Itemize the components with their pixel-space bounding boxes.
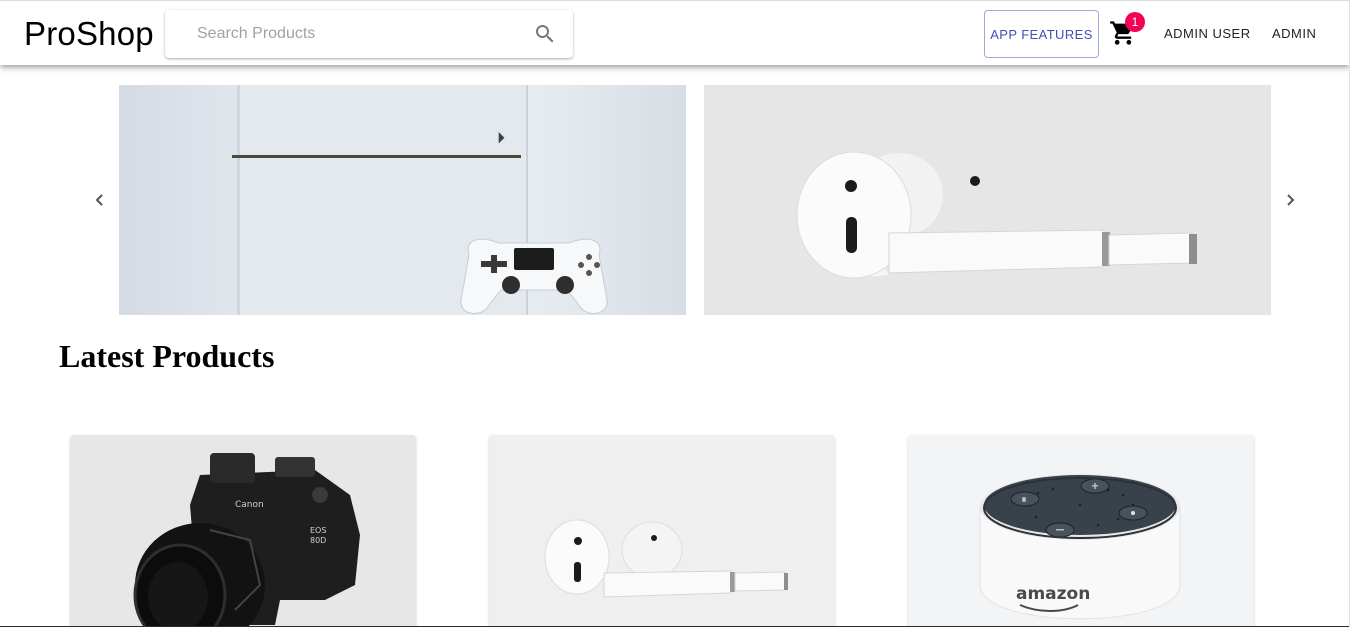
chevron-left-icon[interactable] xyxy=(90,189,110,211)
app-features-button[interactable]: App Features xyxy=(984,10,1099,58)
search-box xyxy=(165,10,573,58)
section-title: Latest Products xyxy=(59,338,275,374)
camera-image: Canon EOS 80D xyxy=(70,435,416,627)
product-card-camera[interactable]: Canon EOS 80D xyxy=(70,435,416,627)
svg-text:Canon: Canon xyxy=(235,500,264,510)
brand-logo[interactable]: ProShop xyxy=(24,15,154,53)
app-bar: ProShop App Features 1 Admin User Admin xyxy=(0,0,1350,65)
svg-text:80D: 80D xyxy=(310,536,326,545)
chevron-right-icon[interactable] xyxy=(1281,189,1301,211)
search-icon[interactable] xyxy=(533,22,557,46)
svg-text:EOS: EOS xyxy=(310,526,326,535)
echo-dot-image: amazon xyxy=(908,435,1254,627)
admin-menu[interactable]: Admin xyxy=(1272,24,1316,44)
cart-count-badge: 1 xyxy=(1125,12,1145,32)
search-input[interactable] xyxy=(165,10,525,58)
svg-text:amazon: amazon xyxy=(1016,584,1090,604)
carousel-slide-playstation[interactable]: ⏵ xyxy=(119,85,686,315)
product-card-echo-dot[interactable]: amazon xyxy=(908,435,1254,627)
carousel-slide-airpods[interactable] xyxy=(704,85,1271,315)
airpods-image xyxy=(796,151,1197,279)
product-card-airpods[interactable] xyxy=(489,435,835,627)
svg-text:⏵: ⏵ xyxy=(497,128,505,147)
airpods-image xyxy=(489,435,835,627)
admin-user-menu[interactable]: Admin User xyxy=(1164,24,1251,44)
playstation-image: ⏵ xyxy=(232,85,608,315)
